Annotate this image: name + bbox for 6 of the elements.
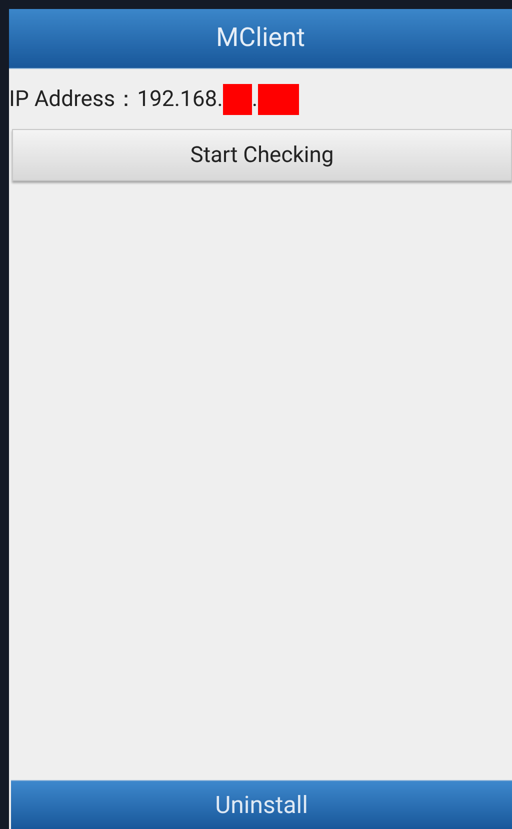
ip-value: 192.168. bbox=[137, 86, 223, 114]
window-title: MClient bbox=[216, 22, 305, 55]
uninstall-button[interactable]: Uninstall bbox=[11, 780, 512, 829]
start-checking-button[interactable]: Start Checking bbox=[12, 129, 512, 181]
ip-separator: . bbox=[252, 86, 258, 114]
ip-label: IP Address： bbox=[9, 86, 138, 114]
